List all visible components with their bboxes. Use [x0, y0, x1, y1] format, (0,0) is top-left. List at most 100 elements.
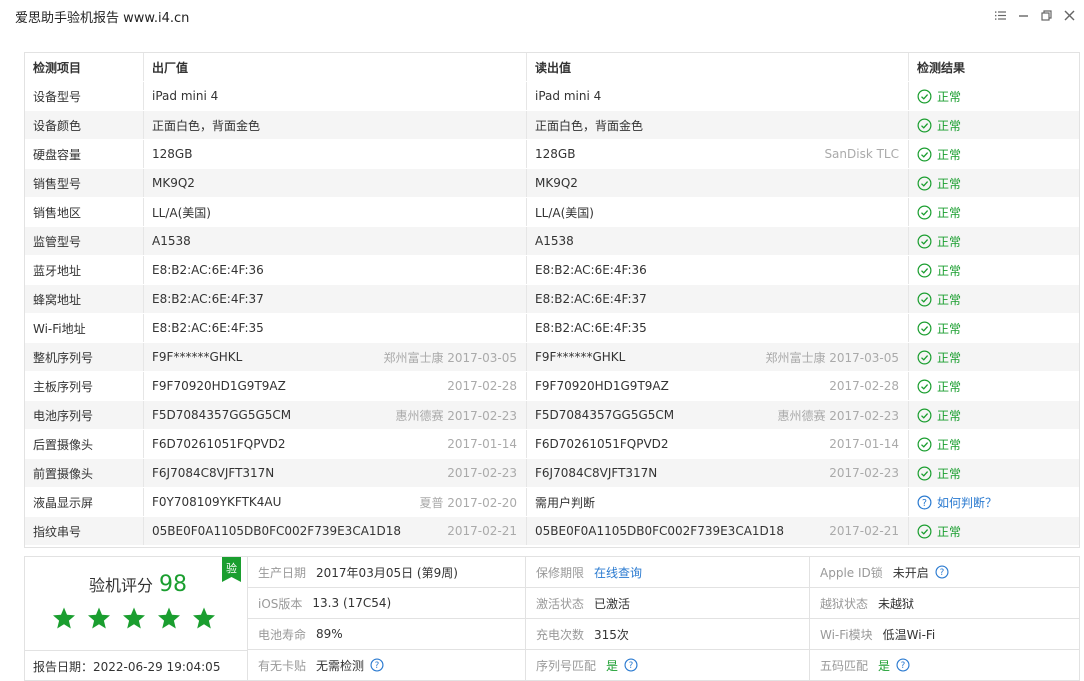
factory-value: E8:B2:AC:6E:4F:37 — [152, 292, 264, 306]
info-key: iOS版本 — [258, 596, 303, 611]
header-read: 读出值 — [527, 53, 909, 81]
info-cell: 激活状态 已激活 — [526, 588, 810, 618]
item-cell: 销售型号 — [25, 169, 144, 197]
read-value: iPad mini 4 — [535, 89, 602, 103]
table-row: 整机序列号 F9F******GHKL 郑州富士康 2017-03-05 F9F***… — [25, 343, 1079, 372]
read-value: A1538 — [535, 234, 574, 248]
result-text: 正常 — [937, 147, 962, 162]
question-circle-icon: ? — [917, 495, 932, 510]
check-circle-icon — [917, 350, 932, 365]
factory-value-cell: F6J7084C8VJFT317N 2017-02-23 — [144, 459, 527, 487]
result-cell[interactable]: ? 如何判断？ — [909, 488, 1079, 516]
factory-value: 正面白色，背面金色 — [152, 118, 261, 133]
score-box: 验机评分 98 验 报告日期：2022-06-29 19:04:05 — [25, 557, 248, 680]
info-value: 是? — [606, 657, 638, 674]
factory-value-cell: LL/A(美国) — [144, 198, 527, 226]
factory-value: LL/A(美国) — [152, 205, 211, 220]
score-label: 验机评分 — [89, 576, 154, 595]
info-value: 已激活 — [594, 595, 630, 612]
factory-value-cell: 128GB — [144, 140, 527, 168]
result-ok: 正常 — [917, 146, 961, 163]
read-value-cell: LL/A(美国) — [527, 198, 909, 226]
table-row: Wi-Fi地址 E8:B2:AC:6E:4F:35 E8:B2:AC:6E:4F:3… — [25, 314, 1079, 343]
star-icon — [192, 606, 216, 633]
info-value: 13.3 (17C54) — [312, 596, 391, 610]
check-circle-icon — [917, 408, 932, 423]
question-circle-icon[interactable]: ? — [896, 658, 910, 672]
info-value[interactable]: 在线查询 — [594, 564, 642, 581]
info-value: 无需检测? — [316, 657, 384, 674]
table-row: 设备型号 iPad mini 4 iPad mini 4 正常 — [25, 82, 1079, 111]
minimize-icon[interactable] — [1017, 9, 1030, 22]
header-item: 检测项目 — [25, 53, 144, 81]
check-circle-icon — [917, 379, 932, 394]
score-line: 验机评分 98 — [89, 572, 187, 597]
info-value: 89% — [316, 627, 343, 641]
read-value: 正面白色，背面金色 — [535, 118, 644, 133]
read-value-cell: 05BE0F0A1105DB0FC002F739E3CA1D18 2017-02-… — [527, 517, 909, 545]
info-key: 充电次数 — [536, 627, 585, 642]
result-ok: 正常 — [917, 523, 961, 540]
info-value: 2017年03月05日 (第9周) — [316, 564, 458, 581]
summary-section: 验机评分 98 验 报告日期：2022-06-29 19:04:05 生产日期 2… — [24, 556, 1080, 681]
window-title: 爱思助手验机报告 www.i4.cn — [15, 10, 190, 26]
table-row: 设备颜色 正面白色，背面金色 正面白色，背面金色 正常 — [25, 111, 1079, 140]
read-value-cell: F6D70261051FQPVD2 2017-01-14 — [527, 430, 909, 458]
read-value-cell: 正面白色，背面金色 — [527, 111, 909, 139]
info-cell: 序列号匹配是? — [526, 650, 810, 680]
svg-text:?: ? — [901, 661, 906, 671]
item-cell: 液晶显示屏 — [25, 488, 144, 516]
factory-note: 郑州富士康 2017-03-05 — [383, 350, 517, 365]
question-circle-icon[interactable]: ? — [935, 565, 949, 579]
factory-value: F9F******GHKL — [152, 350, 243, 364]
table-row: 指纹串号 05BE0F0A1105DB0FC002F739E3CA1D18 2017… — [25, 517, 1079, 546]
factory-value-cell: F0Y708109YKFTK4AU 夏普 2017-02-20 — [144, 488, 527, 516]
result-help-link[interactable]: ? 如何判断？ — [917, 494, 997, 511]
table-row: 销售地区 LL/A(美国) LL/A(美国) 正常 — [25, 198, 1079, 227]
info-value: 低温Wi-Fi — [883, 626, 936, 643]
factory-value: F6D70261051FQPVD2 — [152, 437, 286, 451]
close-icon[interactable] — [1063, 9, 1076, 22]
info-cell: 保修期限 在线查询 — [526, 557, 810, 587]
check-circle-icon — [917, 89, 932, 104]
info-value: 是? — [878, 657, 910, 674]
read-value-cell: F9F70920HD1G9T9AZ 2017-02-28 — [527, 372, 909, 400]
item-cell: 监管型号 — [25, 227, 144, 255]
warranty-query-link[interactable]: 在线查询 — [594, 564, 642, 581]
result-ok: 正常 — [917, 436, 961, 453]
item-cell: 后置摄像头 — [25, 430, 144, 458]
factory-value: iPad mini 4 — [152, 89, 219, 103]
star-icon — [87, 606, 111, 633]
svg-text:?: ? — [629, 661, 634, 671]
result-text: 正常 — [937, 89, 962, 104]
info-value-text: 315次 — [594, 627, 629, 642]
table-row: 蜂窝地址 E8:B2:AC:6E:4F:37 E8:B2:AC:6E:4F:37 正常 — [25, 285, 1079, 314]
question-circle-icon[interactable]: ? — [370, 658, 384, 672]
info-key: Apple ID锁 — [820, 565, 883, 580]
result-text: 正常 — [937, 524, 962, 539]
check-circle-icon — [917, 263, 932, 278]
info-value-text: 低温Wi-Fi — [882, 627, 936, 642]
read-note: SanDisk TLC — [824, 147, 899, 161]
svg-text:?: ? — [375, 661, 380, 671]
factory-note: 惠州德赛 2017-02-23 — [395, 408, 517, 423]
info-key: 电池寿命 — [258, 627, 307, 642]
result-text: 正常 — [937, 466, 962, 481]
result-cell: 正常 — [909, 430, 1079, 458]
check-circle-icon — [917, 118, 932, 133]
result-cell: 正常 — [909, 401, 1079, 429]
read-value-cell: iPad mini 4 — [527, 82, 909, 110]
result-ok: 正常 — [917, 262, 961, 279]
check-circle-icon — [917, 321, 932, 336]
list-icon[interactable] — [994, 9, 1007, 22]
info-value-text: 未越狱 — [878, 596, 915, 611]
info-key: 生产日期 — [258, 565, 307, 580]
factory-value-cell: E8:B2:AC:6E:4F:37 — [144, 285, 527, 313]
question-circle-icon[interactable]: ? — [624, 658, 638, 672]
result-ok: 正常 — [917, 320, 961, 337]
factory-value-cell: 正面白色，背面金色 — [144, 111, 527, 139]
restore-icon[interactable] — [1040, 9, 1053, 22]
info-row: 电池寿命 89% 充电次数 315次 Wi-Fi模块 低温Wi-Fi — [248, 619, 1079, 650]
result-cell: 正常 — [909, 459, 1079, 487]
item-cell: 蜂窝地址 — [25, 285, 144, 313]
